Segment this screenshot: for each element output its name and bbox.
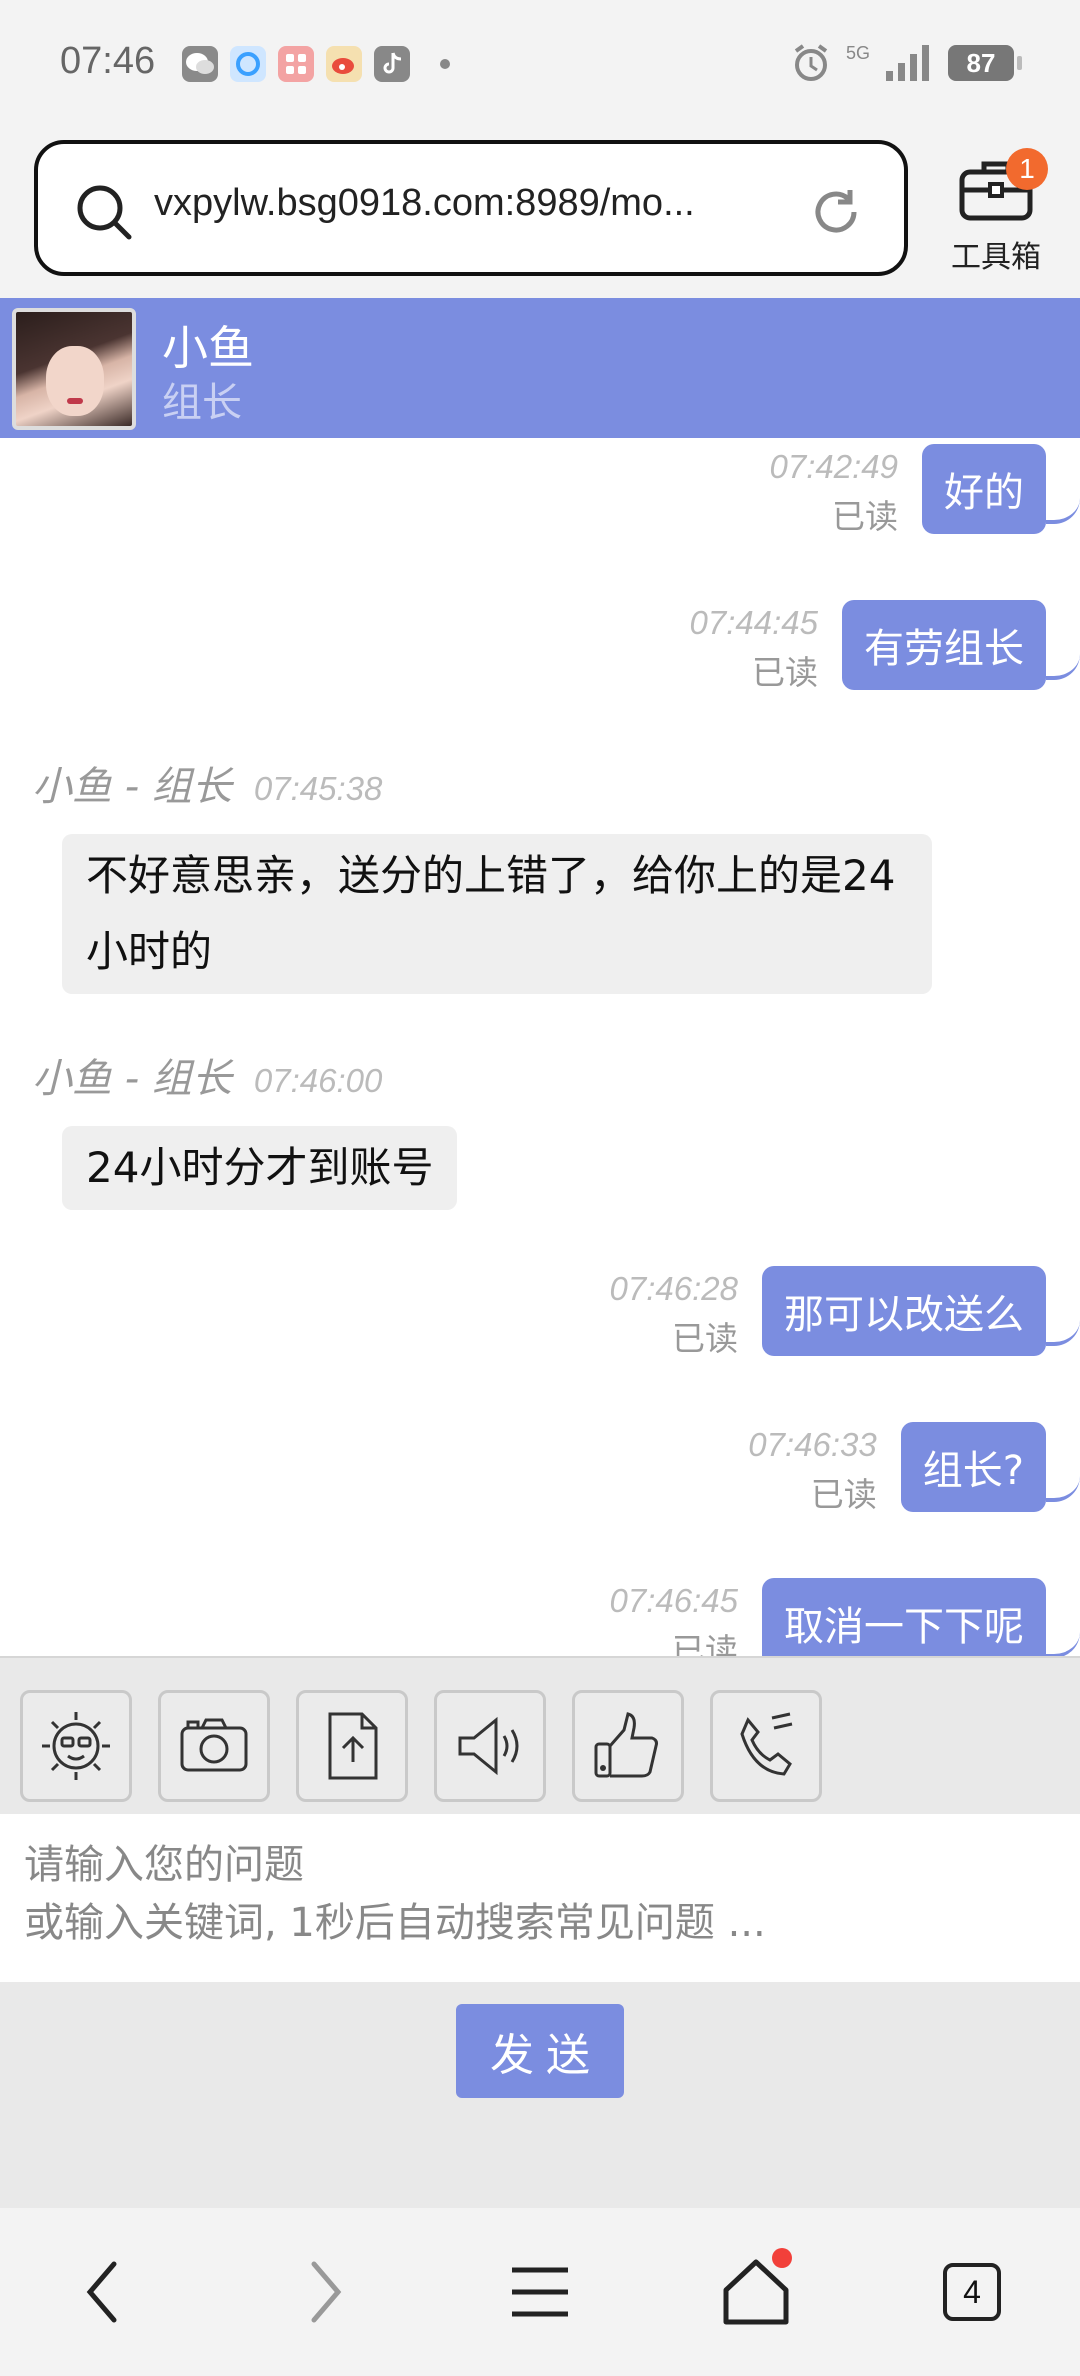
home-button[interactable] xyxy=(716,2248,796,2332)
tabs-button[interactable]: 4 xyxy=(932,2252,1012,2332)
more-notifications-dot xyxy=(440,59,450,69)
toolbox-button[interactable]: 工具箱 1 xyxy=(936,144,1056,275)
thumbs-up-button[interactable] xyxy=(572,1690,684,1802)
browser-toolbar: vxpylw.bsg0918.com:8989/mo... 工具箱 1 xyxy=(0,130,1080,298)
chat-header: 小鱼 组长 xyxy=(0,298,1080,438)
send-button[interactable]: 发送 xyxy=(456,2004,624,2098)
message-bubble: 组长? xyxy=(900,1422,1080,1512)
camera-icon xyxy=(180,1718,248,1772)
read-status: 已读 xyxy=(672,1631,738,1656)
read-status: 已读 xyxy=(752,653,818,692)
message-time: 07:44:45 xyxy=(689,604,818,641)
qq-browser-icon xyxy=(230,46,266,82)
tiktok-icon xyxy=(374,46,410,82)
agent-avatar xyxy=(12,308,136,430)
back-icon xyxy=(86,2261,117,2323)
network-type: 5G xyxy=(845,42,870,63)
message-time: 07:46:28 xyxy=(609,1270,738,1307)
message-incoming: 小鱼 - 组长 07:45:38 不好意思亲，送分的上错了，给你上的是24小时的 xyxy=(32,754,932,994)
toolbox-badge: 1 xyxy=(1006,148,1048,190)
read-status: 已读 xyxy=(832,497,898,536)
message-time: 07:46:33 xyxy=(748,1426,877,1463)
tab-count: 4 xyxy=(943,2263,1001,2321)
toolbox-label: 工具箱 xyxy=(951,240,1041,275)
menu-button[interactable] xyxy=(500,2252,580,2332)
forward-button[interactable] xyxy=(282,2252,362,2332)
phone-button[interactable] xyxy=(710,1690,822,1802)
message-bubble: 好的 xyxy=(922,444,1080,534)
forward-icon xyxy=(311,2261,342,2323)
message-input[interactable] xyxy=(24,1836,1054,1966)
message-input-area xyxy=(0,1814,1080,1982)
meitu-icon xyxy=(278,46,314,82)
agent-name: 小鱼 xyxy=(162,321,254,375)
back-button[interactable] xyxy=(66,2252,146,2332)
browser-bottom-nav: 4 xyxy=(0,2208,1080,2376)
address-bar[interactable]: vxpylw.bsg0918.com:8989/mo... xyxy=(34,140,908,276)
message-bubble: 那可以改送么 xyxy=(762,1266,1080,1356)
message-outgoing: 07:46:45 已读 取消一下下呢 xyxy=(609,1578,1080,1656)
weibo-icon xyxy=(326,46,362,82)
voice-icon xyxy=(458,1716,519,1776)
alarm-icon xyxy=(794,44,828,81)
message-incoming: 小鱼 - 组长 07:46:00 24小时分才到账号 xyxy=(32,1046,458,1210)
reload-icon[interactable] xyxy=(808,184,864,240)
message-time: 07:46:45 xyxy=(609,1582,738,1619)
read-status: 已读 xyxy=(672,1319,738,1358)
read-status: 已读 xyxy=(810,1475,877,1514)
wechat-icon xyxy=(182,46,218,82)
message-bubble: 不好意思亲，送分的上错了，给你上的是24小时的 xyxy=(62,834,932,994)
message-bubble: 取消一下下呢 xyxy=(762,1578,1080,1656)
search-icon xyxy=(77,185,132,240)
emoji-icon xyxy=(42,1712,110,1780)
status-right: 5G 87 xyxy=(790,42,1022,84)
upload-file-button[interactable] xyxy=(296,1690,408,1802)
notification-icons xyxy=(182,46,450,82)
send-area: 发送 xyxy=(0,1982,1080,2208)
message-bubble: 24小时分才到账号 xyxy=(62,1126,458,1210)
message-outgoing: 07:44:45 已读 有劳组长 xyxy=(689,600,1080,694)
message-sender: 小鱼 - 组长 xyxy=(32,1056,232,1102)
menu-icon xyxy=(512,2267,568,2317)
signal-icon xyxy=(886,45,929,81)
emoji-button[interactable] xyxy=(20,1690,132,1802)
message-outgoing: 07:46:33 已读 组长? xyxy=(748,1422,1080,1516)
message-time: 07:45:38 xyxy=(253,770,383,807)
battery-indicator: 87 xyxy=(948,45,1022,81)
voice-button[interactable] xyxy=(434,1690,546,1802)
status-bar: 07:46 5G 87 xyxy=(0,0,1080,130)
status-time: 07:46 xyxy=(60,40,156,82)
message-bubble: 有劳组长 xyxy=(842,600,1080,690)
upload-file-icon xyxy=(328,1712,378,1780)
camera-button[interactable] xyxy=(158,1690,270,1802)
chat-tools xyxy=(0,1656,1080,1814)
message-time: 07:46:00 xyxy=(253,1062,383,1099)
message-outgoing: 07:42:49 已读 好的 xyxy=(769,444,1080,538)
chat-messages[interactable]: 07:42:49 已读 好的 07:44:45 已读 有劳组长 小鱼 - 组长 07:… xyxy=(0,438,1080,1656)
home-notification-dot xyxy=(772,2248,792,2268)
message-time: 07:42:49 xyxy=(769,448,898,485)
agent-role: 组长 xyxy=(162,380,242,426)
thumbs-up-icon xyxy=(594,1712,658,1778)
phone-icon xyxy=(740,1712,793,1776)
message-outgoing: 07:46:28 已读 那可以改送么 xyxy=(609,1266,1080,1360)
url-text[interactable]: vxpylw.bsg0918.com:8989/mo... xyxy=(154,182,794,225)
message-sender: 小鱼 - 组长 xyxy=(32,764,232,810)
